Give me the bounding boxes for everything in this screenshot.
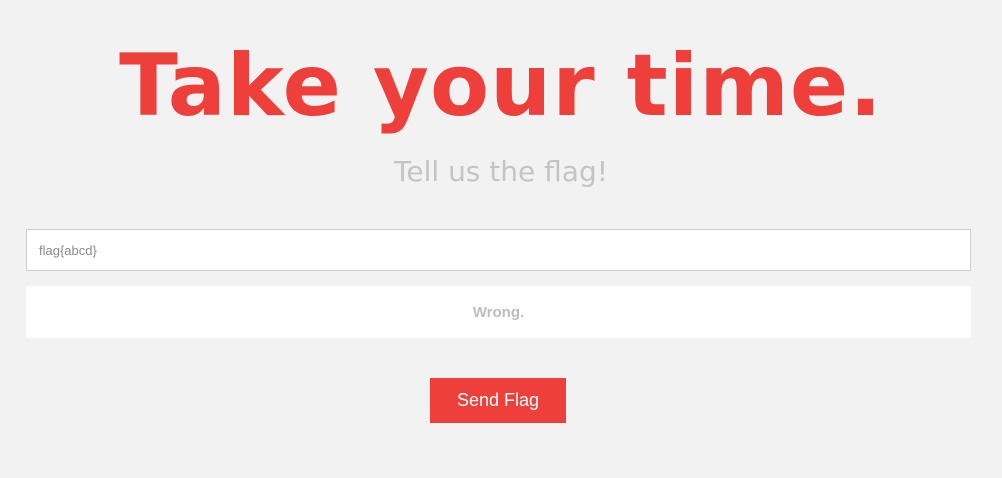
page-subtitle: Tell us the flag!: [394, 155, 608, 188]
result-box: Wrong.: [26, 286, 971, 338]
result-message: Wrong.: [472, 303, 525, 321]
send-flag-button[interactable]: Send Flag: [430, 378, 566, 423]
page-title: Take your time.: [119, 36, 883, 136]
page: Take your time. Tell us the flag! Wrong.…: [0, 0, 1002, 478]
flag-input[interactable]: [26, 229, 971, 271]
